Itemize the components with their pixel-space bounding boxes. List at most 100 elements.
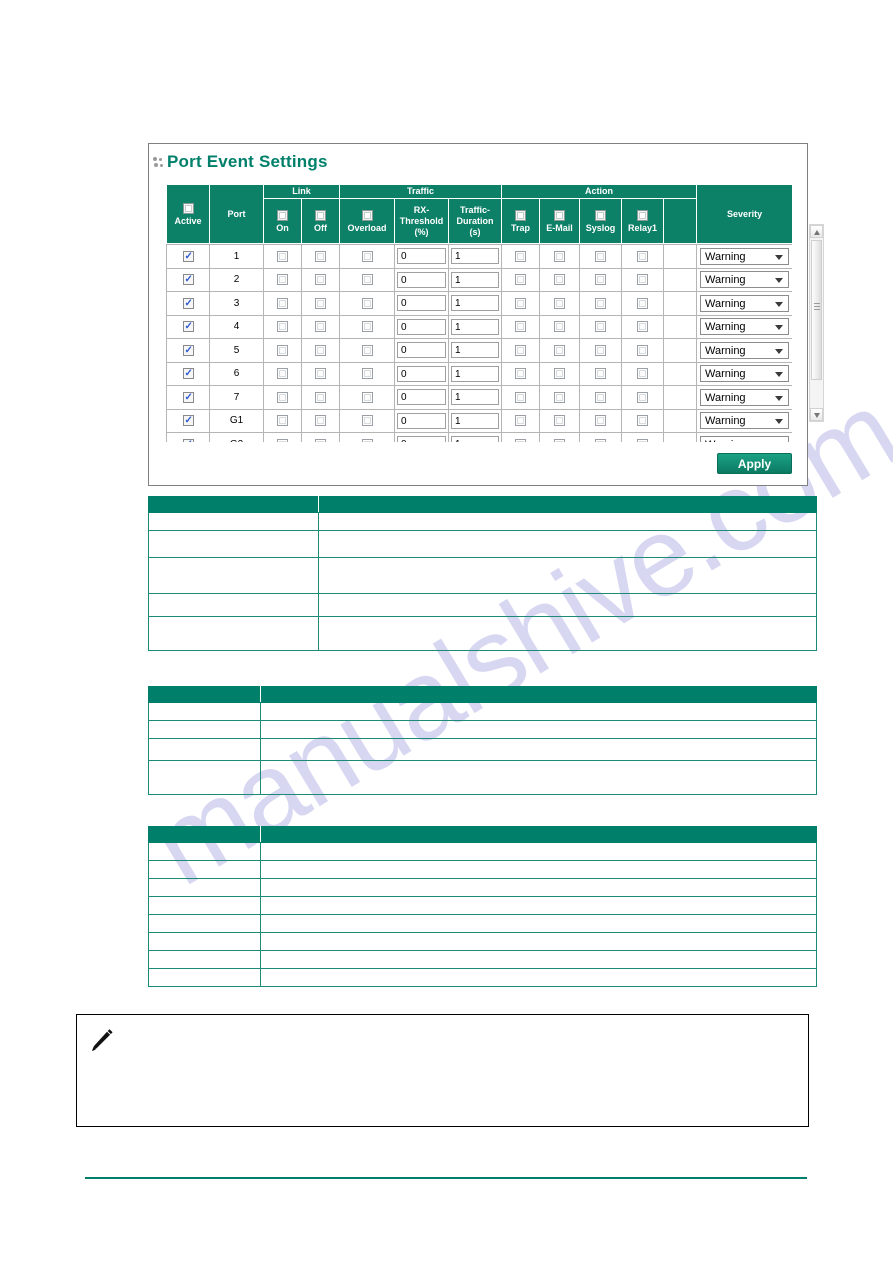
row-5-email-checkbox[interactable]: [554, 368, 565, 380]
email-header-checkbox[interactable]: [554, 210, 566, 221]
row-relay1-cell[interactable]: [621, 267, 664, 292]
row-link-on-cell[interactable]: [263, 408, 302, 433]
row-1-severity-select[interactable]: Warning: [700, 271, 789, 289]
row-8-traffic-duration-input[interactable]: 1: [451, 436, 499, 442]
row-0-traffic-duration-input[interactable]: 1: [451, 248, 499, 265]
row-6-link-off-checkbox[interactable]: [315, 391, 326, 403]
row-severity-cell[interactable]: Warning: [696, 314, 792, 339]
grid-rows-viewport[interactable]: ✓ 1 0 1 Warning ✓ 2 0 1 Warning ✓ 3 0 1 Warning ✓ 4 0 1 War…: [166, 244, 792, 442]
header-col-link-off[interactable]: Off: [300, 198, 341, 244]
row-4-link-on-checkbox[interactable]: [277, 344, 288, 356]
header-col-overload[interactable]: Overload: [339, 198, 396, 244]
row-5-link-off-checkbox[interactable]: [315, 368, 326, 380]
header-col-syslog[interactable]: Syslog: [579, 198, 623, 244]
row-syslog-cell[interactable]: [579, 408, 622, 433]
row-4-rx-threshold-input[interactable]: 0: [397, 342, 446, 359]
row-rx-threshold-cell[interactable]: 0: [394, 338, 449, 363]
row-link-on-cell[interactable]: [263, 385, 302, 410]
row-severity-cell[interactable]: Warning: [696, 338, 792, 363]
row-email-cell[interactable]: [539, 314, 580, 339]
row-trap-cell[interactable]: [501, 338, 540, 363]
row-3-link-off-checkbox[interactable]: [315, 321, 326, 333]
row-active-cell[interactable]: ✓: [166, 314, 210, 339]
row-overload-cell[interactable]: [339, 432, 395, 442]
row-3-overload-checkbox[interactable]: [361, 321, 373, 333]
row-rx-threshold-cell[interactable]: 0: [394, 408, 449, 433]
row-4-overload-checkbox[interactable]: [361, 344, 373, 356]
apply-button[interactable]: Apply: [717, 453, 792, 474]
row-1-link-off-checkbox[interactable]: [315, 274, 326, 286]
row-trap-cell[interactable]: [501, 408, 540, 433]
row-2-active-checkbox[interactable]: ✓: [182, 297, 194, 309]
row-email-cell[interactable]: [539, 408, 580, 433]
row-6-trap-checkbox[interactable]: [515, 391, 526, 403]
row-0-active-checkbox[interactable]: ✓: [182, 250, 194, 262]
row-severity-cell[interactable]: Warning: [696, 361, 792, 386]
row-syslog-cell[interactable]: [579, 291, 622, 316]
row-link-off-cell[interactable]: [301, 408, 340, 433]
row-3-trap-checkbox[interactable]: [515, 321, 526, 333]
row-5-traffic-duration-input[interactable]: 1: [451, 365, 499, 382]
row-rx-threshold-cell[interactable]: 0: [394, 267, 449, 292]
row-1-syslog-checkbox[interactable]: [595, 274, 606, 286]
row-active-cell[interactable]: ✓: [166, 432, 210, 442]
row-2-link-on-checkbox[interactable]: [277, 297, 288, 309]
row-traffic-duration-cell[interactable]: 1: [448, 432, 502, 442]
row-5-rx-threshold-input[interactable]: 0: [397, 365, 446, 382]
row-traffic-duration-cell[interactable]: 1: [448, 385, 502, 410]
row-0-syslog-checkbox[interactable]: [595, 250, 606, 262]
row-8-severity-select[interactable]: Warning: [700, 435, 789, 442]
row-6-link-on-checkbox[interactable]: [277, 391, 288, 403]
row-relay1-cell[interactable]: [621, 385, 664, 410]
row-rx-threshold-cell[interactable]: 0: [394, 361, 449, 386]
row-7-trap-checkbox[interactable]: [515, 415, 526, 427]
row-trap-cell[interactable]: [501, 385, 540, 410]
row-overload-cell[interactable]: [339, 244, 395, 269]
row-relay1-cell[interactable]: [621, 361, 664, 386]
row-traffic-duration-cell[interactable]: 1: [448, 244, 502, 269]
row-relay1-cell[interactable]: [621, 432, 664, 442]
row-0-relay1-checkbox[interactable]: [637, 250, 648, 262]
row-6-severity-select[interactable]: Warning: [700, 388, 789, 406]
row-1-overload-checkbox[interactable]: [361, 274, 373, 286]
row-relay1-cell[interactable]: [621, 338, 664, 363]
header-col-active[interactable]: Active: [166, 184, 210, 244]
row-6-syslog-checkbox[interactable]: [595, 391, 606, 403]
row-overload-cell[interactable]: [339, 361, 395, 386]
row-1-rx-threshold-input[interactable]: 0: [397, 271, 446, 288]
row-7-email-checkbox[interactable]: [554, 415, 565, 427]
row-2-trap-checkbox[interactable]: [515, 297, 526, 309]
row-link-on-cell[interactable]: [263, 291, 302, 316]
row-3-syslog-checkbox[interactable]: [595, 321, 606, 333]
row-4-link-off-checkbox[interactable]: [315, 344, 326, 356]
row-7-traffic-duration-input[interactable]: 1: [451, 412, 499, 429]
row-2-relay1-checkbox[interactable]: [637, 297, 648, 309]
row-active-cell[interactable]: ✓: [166, 244, 210, 269]
row-0-trap-checkbox[interactable]: [515, 250, 526, 262]
row-link-off-cell[interactable]: [301, 244, 340, 269]
row-5-link-on-checkbox[interactable]: [277, 368, 288, 380]
row-trap-cell[interactable]: [501, 361, 540, 386]
row-link-on-cell[interactable]: [263, 314, 302, 339]
row-4-relay1-checkbox[interactable]: [637, 344, 648, 356]
row-8-syslog-checkbox[interactable]: [595, 438, 606, 442]
row-active-cell[interactable]: ✓: [166, 361, 210, 386]
row-2-overload-checkbox[interactable]: [361, 297, 373, 309]
row-8-link-off-checkbox[interactable]: [315, 438, 326, 442]
row-5-syslog-checkbox[interactable]: [595, 368, 606, 380]
row-traffic-duration-cell[interactable]: 1: [448, 361, 502, 386]
row-6-email-checkbox[interactable]: [554, 391, 565, 403]
row-rx-threshold-cell[interactable]: 0: [394, 385, 449, 410]
row-rx-threshold-cell[interactable]: 0: [394, 291, 449, 316]
row-active-cell[interactable]: ✓: [166, 338, 210, 363]
row-relay1-cell[interactable]: [621, 244, 664, 269]
row-1-trap-checkbox[interactable]: [515, 274, 526, 286]
row-6-relay1-checkbox[interactable]: [637, 391, 648, 403]
row-4-trap-checkbox[interactable]: [515, 344, 526, 356]
row-0-rx-threshold-input[interactable]: 0: [397, 248, 446, 265]
row-traffic-duration-cell[interactable]: 1: [448, 291, 502, 316]
row-1-traffic-duration-input[interactable]: 1: [451, 271, 499, 288]
row-6-rx-threshold-input[interactable]: 0: [397, 389, 446, 406]
row-syslog-cell[interactable]: [579, 432, 622, 442]
row-link-off-cell[interactable]: [301, 291, 340, 316]
